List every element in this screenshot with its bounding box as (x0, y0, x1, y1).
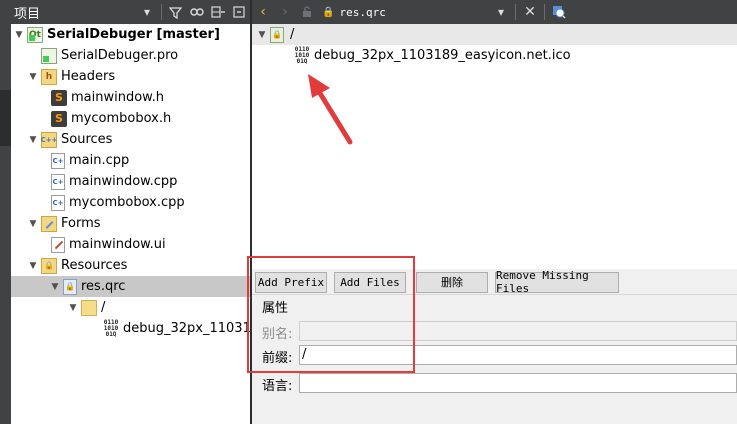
open-file-name: res.qrc (339, 5, 386, 19)
resource-file-label: debug_32px_1103189_easyicon.net.ico (314, 48, 571, 63)
qt-creator-window: 项目 ▾ ‹ › 🔒 res.qrc ▾ ✕ ▼ Qt SerialDebuge… (0, 0, 737, 424)
tree-row-label: mainwindow.h (71, 90, 164, 105)
close-icon[interactable]: ✕ (519, 0, 541, 24)
expand-arrow-icon[interactable]: ▼ (27, 135, 39, 145)
resource-prefix-row[interactable]: ▼ 🔒 / (252, 24, 737, 45)
open-file-selector[interactable]: 🔒 res.qrc (318, 0, 490, 24)
mode-sidebar (0, 24, 11, 424)
tree-row-label: SerialDebuger [master] (47, 27, 220, 42)
tree-row-label: res.qrc (81, 279, 126, 294)
add-files-button[interactable]: Add Files (334, 271, 406, 293)
lock-icon[interactable] (296, 0, 318, 24)
alias-label: 别名: (262, 327, 293, 342)
cpp-file-icon: C+ (51, 194, 65, 211)
project-pane-title: 项目 (14, 6, 41, 22)
tree-row-mainwindow-h[interactable]: S mainwindow.h (11, 87, 250, 108)
tree-row-label: mainwindow.cpp (69, 174, 178, 189)
tree-row-headers[interactable]: ▼ h Headers (11, 66, 250, 87)
tree-row-label: mycombobox.h (71, 111, 172, 126)
expand-arrow-icon[interactable]: ▼ (49, 282, 61, 292)
expand-arrow-icon[interactable]: ▼ (27, 72, 39, 82)
expand-arrow-icon[interactable]: ▼ (67, 303, 79, 313)
toolbar-separator (544, 4, 545, 20)
close-pane-icon[interactable] (229, 0, 250, 24)
add-prefix-button[interactable]: Add Prefix (255, 271, 327, 293)
headers-folder-icon: h (41, 68, 57, 85)
prefix-label: 前缀: (262, 351, 293, 366)
tree-row-mainwindow-ui[interactable]: mainwindow.ui (11, 234, 250, 255)
cpp-file-icon: C+ (51, 152, 65, 169)
tree-row-label: mycombobox.cpp (69, 195, 185, 210)
qrc-file-icon: 🔒 (63, 278, 77, 295)
tree-row-mycombobox-cpp[interactable]: C+ mycombobox.cpp (11, 192, 250, 213)
tree-row-forms[interactable]: ▼ Forms (11, 213, 250, 234)
link-icon[interactable] (186, 0, 207, 24)
tree-row-pro-file[interactable]: SerialDebuger.pro (11, 45, 250, 66)
expand-arrow-icon[interactable]: ▼ (256, 30, 268, 40)
mode-sidebar-active (0, 90, 11, 146)
tree-row-prefix[interactable]: ▼ / (11, 297, 250, 318)
tree-row-label: Forms (61, 216, 101, 231)
resource-tree: ▼ 🔒 / 0110 1010 01Q debug_32px_1103189_eas… (252, 24, 737, 269)
tree-row-mycombobox-h[interactable]: S mycombobox.h (11, 108, 250, 129)
expand-arrow-icon[interactable]: ▼ (13, 30, 25, 40)
alias-field[interactable] (299, 321, 737, 341)
properties-group-title: 属性 (262, 301, 289, 316)
tree-row-label: mainwindow.ui (69, 237, 166, 252)
tree-row-label: Headers (61, 69, 116, 84)
forms-folder-icon (41, 215, 57, 232)
tree-row-resources[interactable]: ▼ 🔒 Resources (11, 255, 250, 276)
ui-file-icon (51, 236, 65, 253)
split-view-icon[interactable] (548, 0, 570, 24)
tree-row-label: SerialDebuger.pro (61, 48, 179, 63)
resource-file-row[interactable]: 0110 1010 01Q debug_32px_1103189_easyicon.… (252, 45, 737, 66)
language-field[interactable] (299, 373, 737, 393)
sources-folder-icon: C++ (41, 131, 57, 148)
chevron-down-icon[interactable]: ▾ (490, 0, 512, 24)
properties-divider (252, 294, 737, 295)
cpp-file-icon: C+ (51, 173, 65, 190)
tree-row-ico-file[interactable]: 0110101001Q debug_32px_1103189_easyicon.… (11, 318, 250, 339)
language-label: 语言: (262, 379, 293, 394)
prefix-lock-icon: 🔒 (270, 26, 284, 43)
delete-button[interactable]: 删除 (416, 271, 488, 293)
project-tree: ▼ Qt SerialDebuger [master] SerialDebuge… (11, 24, 250, 424)
editor-toolbar: ‹ › 🔒 res.qrc ▾ ✕ (252, 0, 737, 24)
tree-row-label: Resources (61, 258, 128, 273)
split-icon[interactable] (207, 0, 228, 24)
resource-button-row: Add Prefix Add Files 删除 Remove Missing F… (252, 269, 737, 295)
forward-arrow-icon[interactable]: › (274, 0, 296, 24)
qt-project-icon: Qt (27, 26, 43, 43)
folder-icon (81, 299, 97, 316)
binary-file-icon: 0110 1010 01Q (103, 318, 119, 338)
binary-file-icon: 0110 1010 01Q (294, 45, 310, 65)
tree-row-main-cpp[interactable]: C+ main.cpp (11, 150, 250, 171)
resource-prefix-label: / (290, 27, 295, 42)
tree-row-res-qrc[interactable]: ▼ 🔒 res.qrc (11, 276, 250, 297)
chevron-down-icon[interactable]: ▾ (136, 0, 157, 24)
tree-row-mainwindow-cpp[interactable]: C+ mainwindow.cpp (11, 171, 250, 192)
tree-row-label: debug_32px_1103189_easyicon.net.ico (123, 321, 250, 336)
tree-row-sources[interactable]: ▼ C++ Sources (11, 129, 250, 150)
header-file-icon: S (51, 89, 67, 106)
toolbar-separator (160, 4, 162, 20)
expand-arrow-icon[interactable]: ▼ (27, 219, 39, 229)
remove-missing-files-button[interactable]: Remove Missing Files (495, 269, 619, 295)
expand-arrow-icon[interactable]: ▼ (27, 261, 39, 271)
file-lock-icon: 🔒 (322, 6, 335, 18)
toolbar-separator (515, 4, 516, 20)
project-pane-toolbar: 项目 ▾ (0, 0, 250, 24)
tree-row-project[interactable]: ▼ Qt SerialDebuger [master] (11, 24, 250, 45)
resources-folder-icon: 🔒 (41, 257, 57, 274)
filter-icon[interactable] (165, 0, 186, 24)
prefix-field[interactable]: / (299, 345, 737, 365)
resource-editor: ▼ 🔒 / 0110 1010 01Q debug_32px_1103189_eas… (252, 24, 737, 424)
tree-row-label: main.cpp (69, 153, 130, 168)
back-arrow-icon[interactable]: ‹ (252, 0, 274, 24)
header-file-icon: S (51, 110, 67, 127)
tree-row-label: Sources (61, 132, 113, 147)
pro-file-icon (41, 47, 57, 64)
tree-row-label: / (101, 300, 106, 315)
